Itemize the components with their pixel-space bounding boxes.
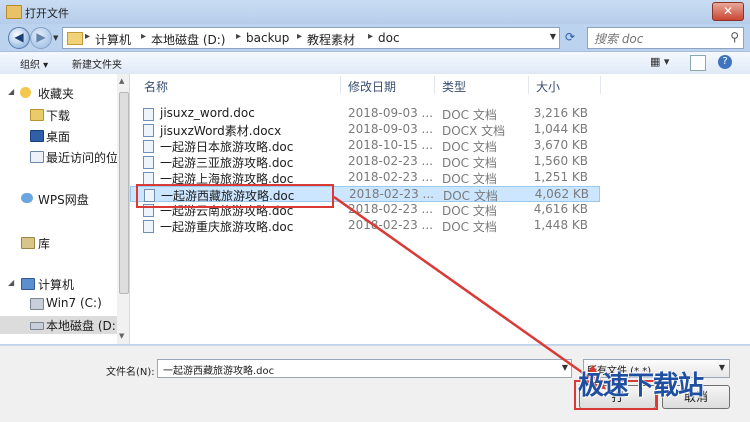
site-watermark: 极速下载站 [578,371,704,401]
annotation-arrow [333,195,607,390]
arrow-line [333,195,607,390]
